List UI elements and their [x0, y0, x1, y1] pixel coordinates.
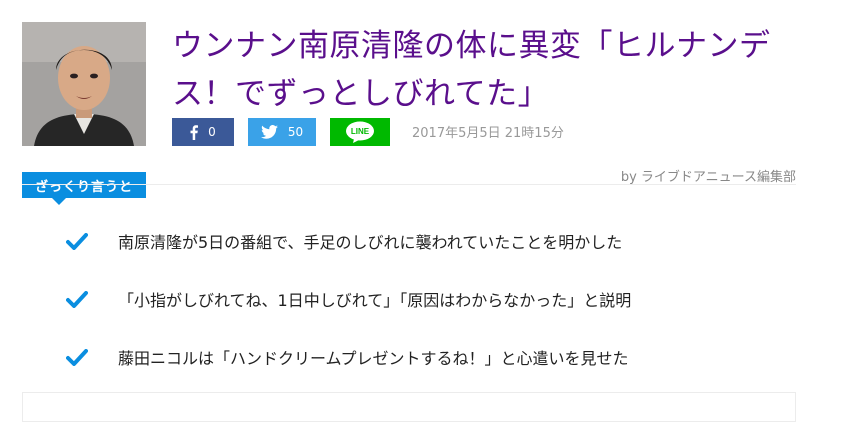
summary-item-text: 「小指がしびれてね、1日中しびれて」「原因はわからなかった」と説明: [118, 291, 632, 310]
twitter-bird-icon: [260, 125, 278, 139]
checkmark-icon: [66, 290, 96, 308]
facebook-icon: [190, 124, 199, 140]
checkmark-icon: [66, 232, 96, 250]
article-title: ウンナン南原清隆の体に異変「ヒルナンデス！でずっとしびれてた」: [172, 28, 771, 112]
article-byline[interactable]: by ライブドアニュース編集部: [621, 166, 796, 185]
article-body-container: [22, 392, 796, 422]
summary-item: 「小指がしびれてね、1日中しびれて」「原因はわからなかった」と説明: [22, 270, 796, 328]
facebook-share-button[interactable]: 0: [172, 118, 234, 146]
article-thumbnail[interactable]: [22, 22, 146, 146]
line-logo-text: LINE: [351, 127, 370, 136]
summary-item: 南原清隆が5日の番組で、手足のしびれに襲われていたことを明かした: [22, 212, 796, 270]
summary-item: 藤田ニコルは「ハンドクリームプレゼントするね！」と心遣いを見せた: [22, 328, 796, 386]
publish-date: 2017年5月5日 21時15分: [412, 126, 564, 141]
facebook-share-count: 0: [208, 125, 216, 139]
share-buttons: 0 50 LINE: [172, 118, 404, 146]
line-logo-icon: LINE: [346, 121, 374, 143]
divider: [22, 184, 796, 185]
checkmark-icon: [66, 348, 96, 366]
summary-item-text: 藤田ニコルは「ハンドクリームプレゼントするね！」と心遣いを見せた: [118, 349, 629, 368]
line-share-button[interactable]: LINE: [330, 118, 390, 146]
twitter-share-count: 50: [287, 125, 304, 139]
portrait-photo-icon: [22, 22, 146, 146]
twitter-share-button[interactable]: 50: [248, 118, 316, 146]
summary-tab: ざっくり言うと: [22, 172, 146, 205]
summary-list: 南原清隆が5日の番組で、手足のしびれに襲われていたことを明かした 「小指がしびれ…: [22, 212, 796, 386]
summary-item-text: 南原清隆が5日の番組で、手足のしびれに襲われていたことを明かした: [118, 233, 623, 252]
